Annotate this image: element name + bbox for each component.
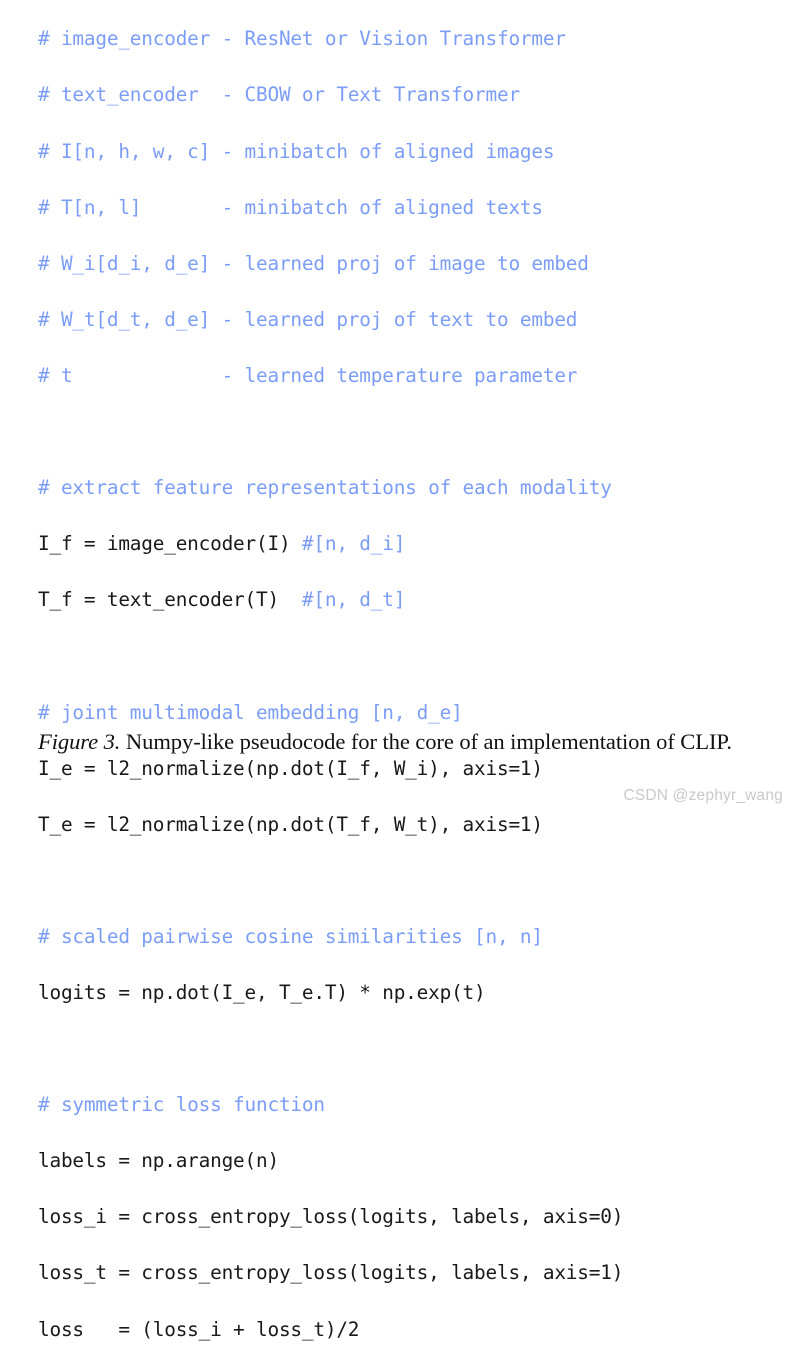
code-line: loss = (loss_i + loss_t)/2	[38, 1317, 360, 1341]
watermark-label: CSDN @zephyr_wang	[623, 787, 783, 804]
figure-caption-label: Figure 3.	[38, 729, 121, 754]
code-line: # I[n, h, w, c] - minibatch of aligned i…	[38, 139, 555, 163]
code-line: # W_i[d_i, d_e] - learned proj of image …	[38, 251, 589, 275]
code-line: labels = np.arange(n)	[38, 1149, 279, 1173]
figure-container: # image_encoder - ResNet or Vision Trans…	[0, 0, 797, 1341]
code-line: logits = np.dot(I_e, T_e.T) * np.exp(t)	[38, 980, 486, 1004]
code-line: # W_t[d_t, d_e] - learned proj of text t…	[38, 307, 578, 331]
code-token: T_f = text_encoder(T)	[38, 588, 302, 612]
code-line: # symmetric loss function	[38, 1093, 325, 1117]
code-line: I_e = l2_normalize(np.dot(I_f, W_i), axi…	[38, 756, 543, 780]
figure-caption: Figure 3. Numpy-like pseudocode for the …	[38, 726, 786, 757]
code-line: loss_i = cross_entropy_loss(logits, labe…	[38, 1205, 624, 1229]
code-line: # T[n, l] - minibatch of aligned texts	[38, 195, 543, 219]
comment-token: #[n, d_i]	[301, 532, 406, 556]
code-line: # extract feature representations of eac…	[38, 476, 612, 500]
code-line: # t - learned temperature parameter	[38, 363, 578, 387]
comment-token: #[n, d_t]	[301, 588, 406, 612]
figure-caption-text: Numpy-like pseudocode for the core of an…	[120, 729, 732, 754]
code-line: loss_t = cross_entropy_loss(logits, labe…	[38, 1261, 624, 1285]
code-line: # joint multimodal embedding [n, d_e]	[38, 699, 790, 727]
code-line: # scaled pairwise cosine similarities [n…	[38, 923, 790, 951]
code-line: # image_encoder - ResNet or Vision Trans…	[38, 27, 566, 51]
code-token: I_f = image_encoder(I)	[38, 532, 302, 556]
code-line: # text_encoder - CBOW or Text Transforme…	[38, 83, 520, 107]
code-line: T_e = l2_normalize(np.dot(T_f, W_t), axi…	[38, 812, 543, 836]
comment-token: # joint multimodal embedding [n, d_e]	[38, 700, 463, 724]
pseudocode-listing: # image_encoder - ResNet or Vision Trans…	[38, 25, 790, 1371]
code-line: I_f = image_encoder(I) #[n, d_i]	[38, 530, 790, 558]
comment-token: # scaled pairwise cosine similarities [n…	[38, 924, 543, 948]
code-line: T_f = text_encoder(T) #[n, d_t]	[38, 586, 790, 614]
